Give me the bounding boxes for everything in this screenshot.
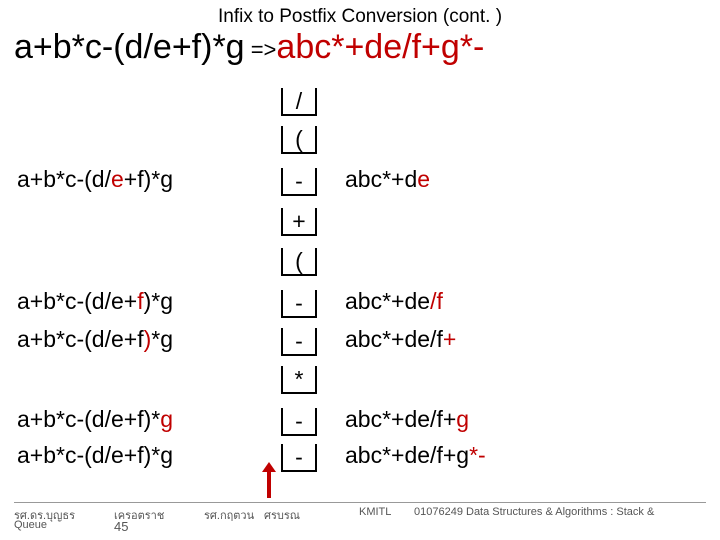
- footer-author2: รศ.กฤตวน: [204, 506, 254, 524]
- stack-cell: (: [281, 248, 317, 276]
- queue-cell: abc*+de/f: [345, 290, 665, 313]
- slide: Infix to Postfix Conversion (cont. ) a+b…: [0, 0, 720, 540]
- queue-hl: e: [417, 166, 430, 192]
- stack-cell: -: [281, 408, 317, 436]
- infix-post: +f)*g: [124, 166, 173, 192]
- headline: a+b*c-(d/e+f)*g =>abc*+de/f+g*-: [14, 28, 714, 67]
- queue-pre: abc*+de: [345, 288, 430, 314]
- queue-pre: abc*+de/f: [345, 326, 443, 352]
- infix-post: )*g: [144, 288, 173, 314]
- footer-author2b: ศรบรณ: [264, 506, 300, 524]
- infix-cell: a+b*c-(d/e+f)*g: [17, 168, 277, 191]
- stack-cell: -: [281, 328, 317, 356]
- infix-pre: a+b*c-(d/e+f: [17, 326, 144, 352]
- page-number: 45: [114, 519, 128, 534]
- infix-pre: a+b*c-(d/: [17, 166, 111, 192]
- arrow-icon: =>: [245, 37, 277, 62]
- queue-hl: +: [443, 326, 456, 352]
- stack-cell: (: [281, 126, 317, 154]
- headline-postfix: abc*+de/f+g*-: [276, 28, 484, 66]
- stack-cell: +: [281, 208, 317, 236]
- infix-pre: a+b*c-(d/e+: [17, 288, 137, 314]
- slide-title: Infix to Postfix Conversion (cont. ): [0, 6, 720, 28]
- queue-cell: abc*+de/f+g*-: [345, 444, 665, 467]
- footer-divider: [14, 502, 706, 503]
- infix-cell: a+b*c-(d/e+f)*g: [17, 408, 277, 431]
- queue-cell: abc*+de/f+: [345, 328, 665, 351]
- queue-pre: abc*+de/f+: [345, 406, 456, 432]
- infix-post: *g: [151, 326, 173, 352]
- stack-cell: -: [281, 168, 317, 196]
- footer-course2: Queue: [14, 519, 47, 531]
- queue-hl: g: [456, 406, 469, 432]
- queue-cell: abc*+de/f+g: [345, 408, 665, 431]
- up-arrow-icon: [262, 462, 276, 498]
- footer-course: 01076249 Data Structures & Algorithms : …: [414, 506, 654, 518]
- queue-hl: *-: [469, 442, 486, 468]
- infix-hl: g: [160, 406, 173, 432]
- infix-hl: e: [111, 166, 124, 192]
- queue-pre: abc*+d: [345, 166, 417, 192]
- queue-cell: abc*+de: [345, 168, 665, 191]
- queue-pre: abc*+de/f+g: [345, 442, 469, 468]
- stack-cell: -: [281, 444, 317, 472]
- footer-org: KMITL: [359, 506, 391, 518]
- headline-infix: a+b*c-(d/e+f)*g: [14, 28, 245, 66]
- infix-cell: a+b*c-(d/e+f)*g: [17, 328, 277, 351]
- queue-hl: /f: [430, 288, 443, 314]
- stack-cell: *: [281, 366, 317, 394]
- infix-pre: a+b*c-(d/e+f)*g: [17, 442, 173, 468]
- stack-cell: -: [281, 290, 317, 318]
- stack-cell: /: [281, 88, 317, 116]
- infix-cell: a+b*c-(d/e+f)*g: [17, 290, 277, 313]
- infix-pre: a+b*c-(d/e+f)*: [17, 406, 160, 432]
- infix-cell: a+b*c-(d/e+f)*g: [17, 444, 277, 467]
